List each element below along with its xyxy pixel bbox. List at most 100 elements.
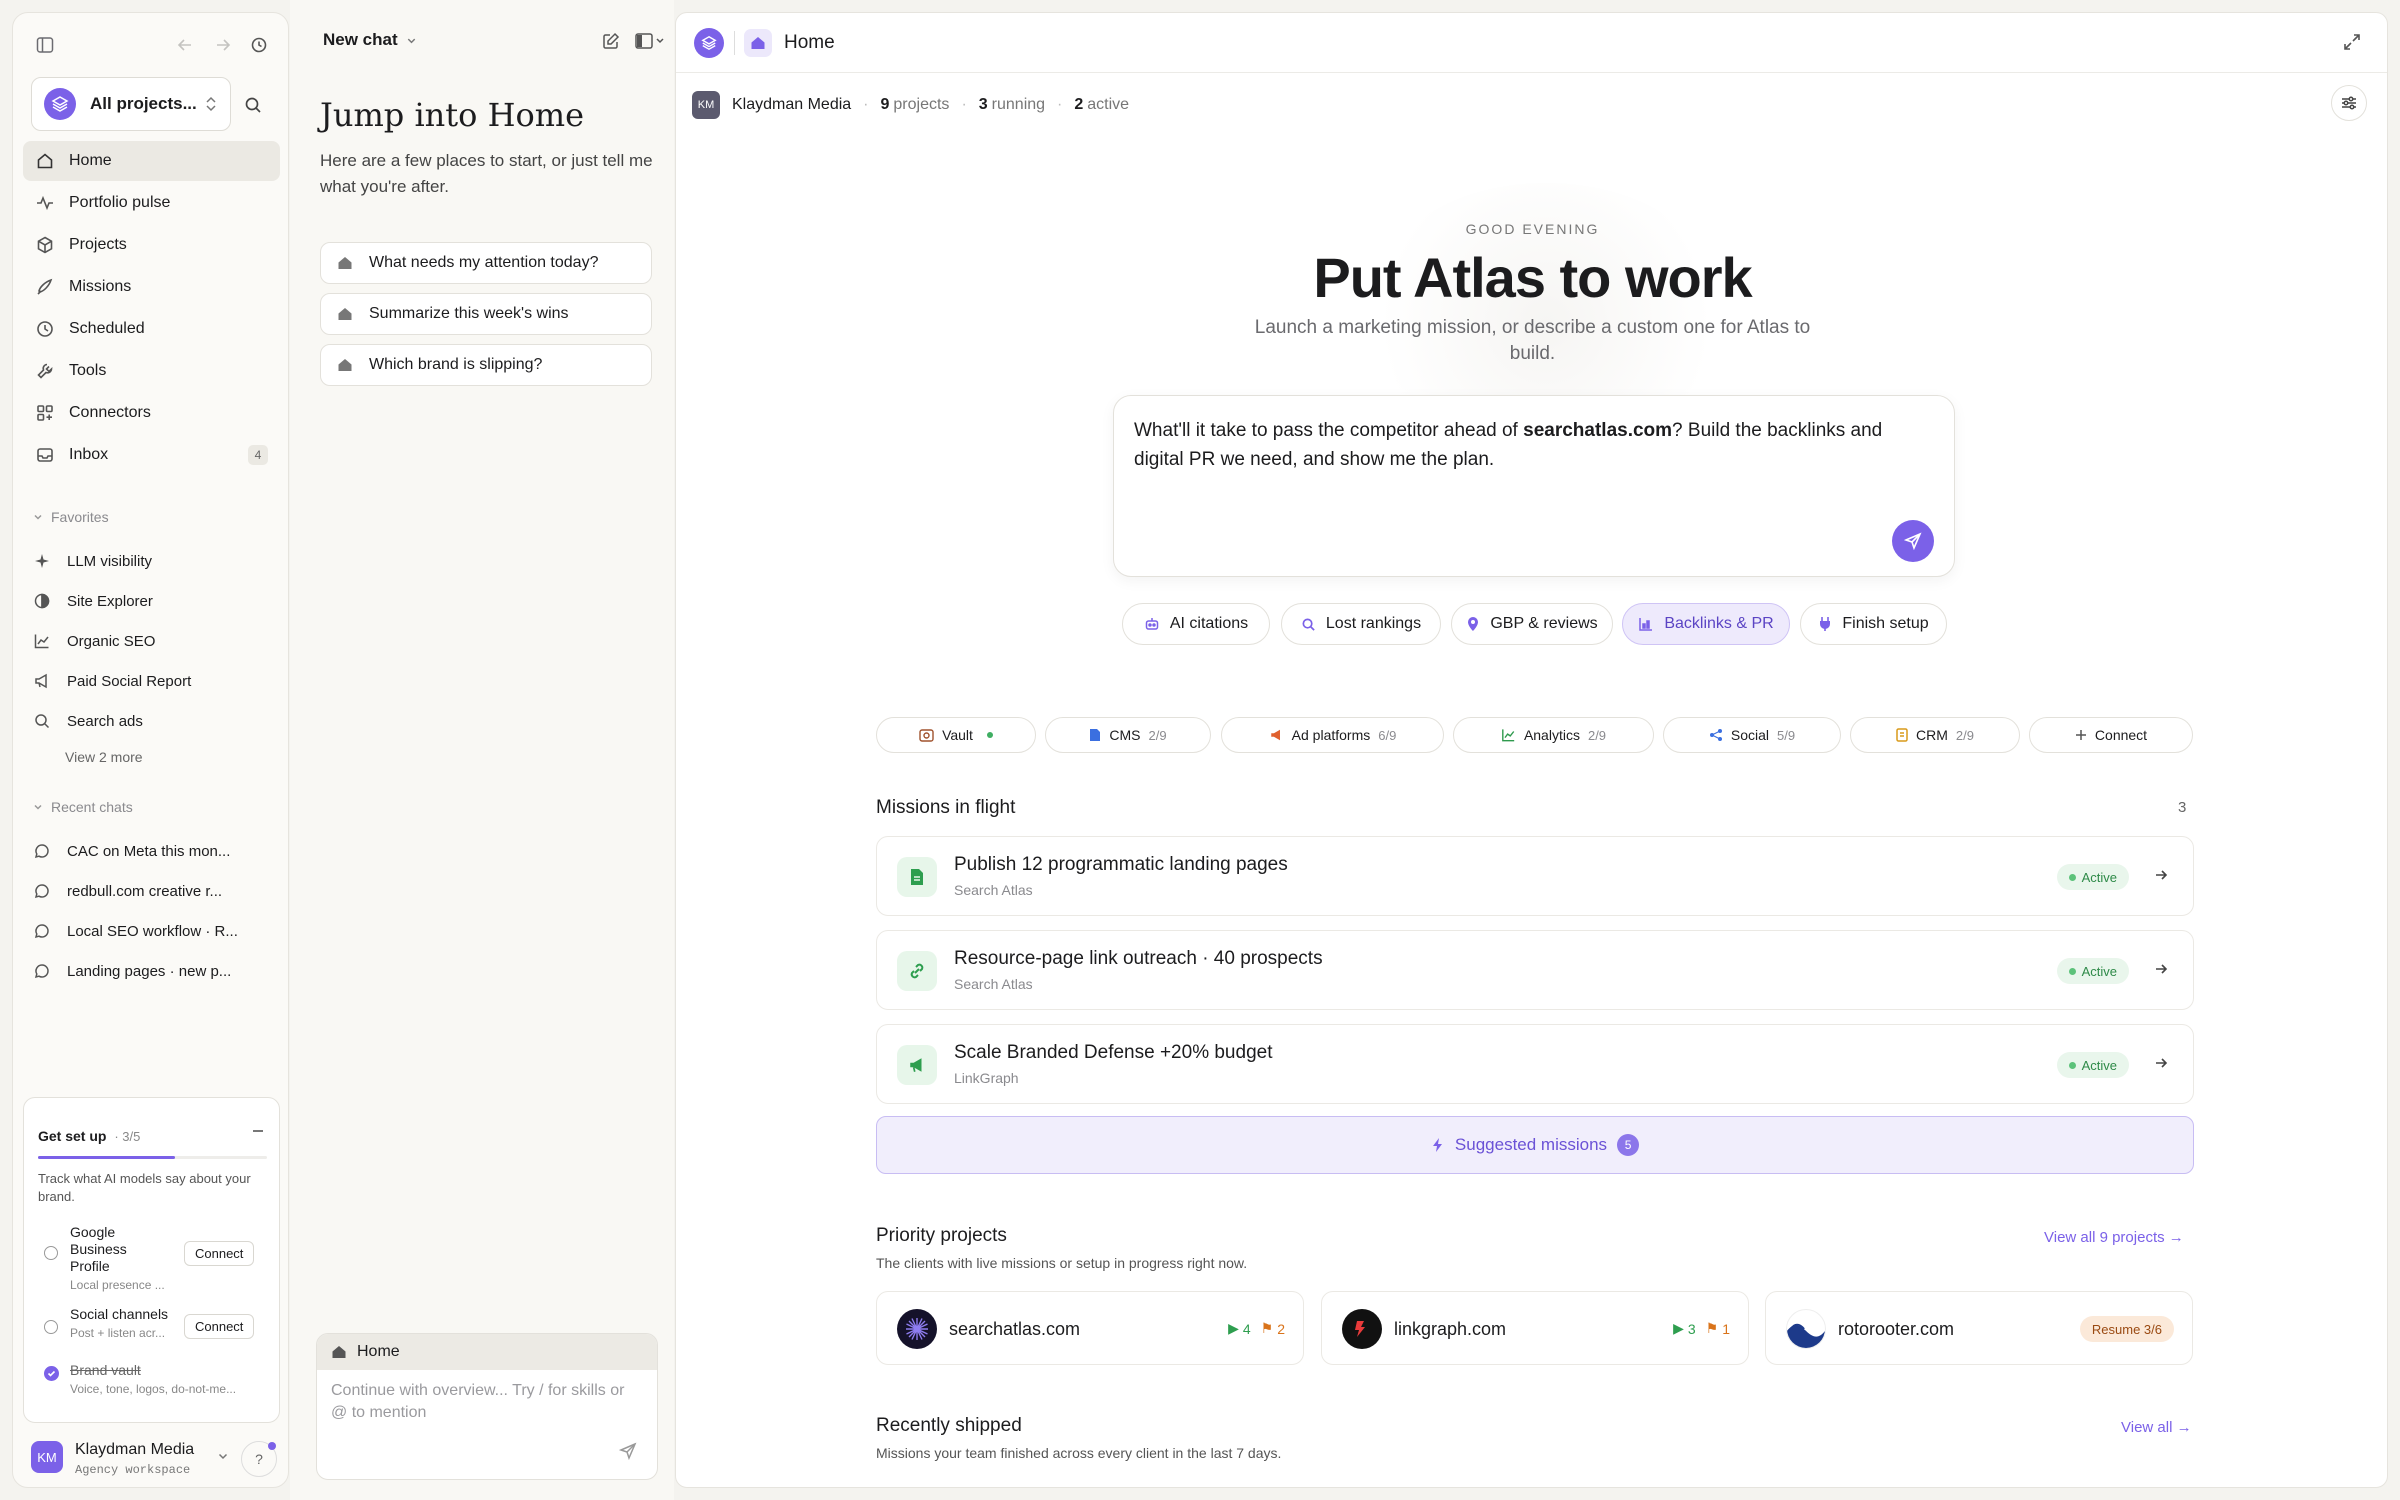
chip-ai-citations[interactable]: AI citations: [1122, 603, 1270, 645]
view-more-link[interactable]: View 2 more: [65, 749, 143, 765]
compose-icon[interactable]: [600, 30, 622, 52]
workspace-selector[interactable]: All projects...: [31, 77, 231, 131]
toggle-sidebar-icon[interactable]: [33, 33, 57, 57]
recent-chat-item[interactable]: Landing pages · new p...: [33, 953, 278, 989]
project-card-rotorooter[interactable]: rotorooter.com Resume 3/6: [1765, 1291, 2193, 1365]
chip-finish-setup[interactable]: Finish setup: [1800, 603, 1947, 645]
radio-icon[interactable]: [44, 1320, 58, 1334]
radio-icon[interactable]: [44, 1246, 58, 1260]
stack-logo-icon: [44, 88, 76, 120]
chevron-down-icon: [406, 35, 417, 46]
stack-logo-icon[interactable]: [694, 28, 724, 58]
help-button[interactable]: ?: [241, 1441, 277, 1477]
recent-chat-label: redbull.com creative r...: [67, 882, 223, 900]
setup-item-sub: Local presence ...: [70, 1278, 165, 1292]
connector-ad-platforms[interactable]: Ad platforms 6/9: [1221, 717, 1444, 753]
pulse-icon: [35, 193, 55, 213]
prompt-box[interactable]: What'll it take to pass the competitor a…: [1113, 395, 1955, 577]
setup-title: Get set up: [38, 1128, 107, 1144]
chip-label: AI citations: [1169, 615, 1249, 632]
rocket-icon: [35, 277, 55, 297]
arrow-right-icon[interactable]: [2153, 867, 2169, 888]
connect-gbp-button[interactable]: Connect: [184, 1241, 255, 1266]
favorite-label: Site Explorer: [67, 592, 153, 610]
client-name[interactable]: Klaydman Media: [732, 96, 851, 114]
suggestion-button[interactable]: Which brand is slipping?: [320, 344, 652, 386]
view-all-recent-link[interactable]: View all →: [2121, 1419, 2192, 1436]
search-icon: [33, 712, 51, 730]
sidebar-item-connectors[interactable]: Connectors: [23, 393, 280, 433]
sidebar-item-inbox[interactable]: Inbox 4: [23, 435, 280, 475]
favorite-paid-social-report[interactable]: Paid Social Report: [33, 663, 278, 699]
view-all-projects-link[interactable]: View all 9 projects →: [2044, 1229, 2184, 1246]
connector-label: Vault: [942, 727, 973, 743]
connect-social-button[interactable]: Connect: [184, 1314, 255, 1339]
connector-label: Connect: [2094, 727, 2148, 743]
sidebar-item-tools[interactable]: Tools: [23, 351, 280, 391]
expand-icon[interactable]: [2343, 33, 2361, 56]
project-card-searchatlas[interactable]: searchatlas.com ▶ 4 ⚑ 2: [876, 1291, 1304, 1365]
mission-card[interactable]: Scale Branded Defense +20% budget LinkGr…: [876, 1024, 2194, 1104]
connector-analytics[interactable]: Analytics 2/9: [1453, 717, 1654, 753]
sidebar-item-home[interactable]: Home: [23, 141, 280, 181]
play-icon: ▶: [1228, 1320, 1239, 1336]
setup-item-name: Brand vault: [70, 1362, 141, 1378]
connector-cms[interactable]: CMS 2/9: [1045, 717, 1211, 753]
recent-chat-item[interactable]: redbull.com creative r...: [33, 873, 278, 909]
forward-arrow-icon[interactable]: [211, 33, 235, 57]
chat-title-dropdown[interactable]: New chat: [323, 30, 417, 50]
suggestion-button[interactable]: Summarize this week's wins: [320, 293, 652, 335]
favorites-header[interactable]: Favorites: [33, 509, 109, 525]
panel-layout-icon[interactable]: [634, 30, 668, 52]
arrow-right-icon[interactable]: [2153, 1055, 2169, 1076]
search-icon[interactable]: [241, 93, 265, 117]
chip-backlinks-pr[interactable]: Backlinks & PR: [1622, 603, 1790, 645]
chip-gbp-reviews[interactable]: GBP & reviews: [1451, 603, 1613, 645]
recent-chat-item[interactable]: Local SEO workflow · R...: [33, 913, 278, 949]
resume-badge[interactable]: Resume 3/6: [2079, 1316, 2174, 1342]
account-row[interactable]: KM Klaydman Media Agency workspace: [31, 1435, 231, 1479]
suggestion-button[interactable]: What needs my attention today?: [320, 242, 652, 284]
project-card-linkgraph[interactable]: linkgraph.com ▶ 3 ⚑ 1: [1321, 1291, 1749, 1365]
arrow-right-icon[interactable]: [2153, 961, 2169, 982]
history-icon[interactable]: [247, 33, 271, 57]
connector-crm[interactable]: CRM 2/9: [1850, 717, 2020, 753]
chart-bar-icon: [1639, 618, 1653, 631]
check-circle-icon: [44, 1366, 59, 1381]
stat-active-label: active: [1087, 96, 1130, 113]
favorite-llm-visibility[interactable]: LLM visibility: [33, 543, 278, 579]
chat-input[interactable]: Continue with overview... Try / for skil…: [331, 1380, 641, 1424]
recent-chats-header[interactable]: Recent chats: [33, 799, 133, 815]
send-button[interactable]: [1892, 520, 1934, 562]
mission-card[interactable]: Resource-page link outreach · 40 prospec…: [876, 930, 2194, 1010]
suggested-missions-button[interactable]: Suggested missions 5: [876, 1116, 2194, 1174]
connector-label: Ad platforms: [1291, 727, 1371, 743]
sidebar-item-projects[interactable]: Projects: [23, 225, 280, 265]
project-name: searchatlas.com: [949, 1319, 1081, 1339]
sidebar-item-portfolio-pulse[interactable]: Portfolio pulse: [23, 183, 280, 223]
sidebar-item-label: Missions: [69, 278, 132, 295]
sparkle-icon: [33, 552, 51, 570]
setup-item-name: Social channels: [70, 1306, 169, 1322]
recent-chat-item[interactable]: CAC on Meta this mon...: [33, 833, 278, 869]
connector-vault[interactable]: Vault: [876, 717, 1036, 753]
collapse-icon[interactable]: [253, 1130, 263, 1132]
connect-button[interactable]: Connect: [2029, 717, 2193, 753]
back-arrow-icon[interactable]: [173, 33, 197, 57]
status-badge: Active: [2056, 958, 2129, 984]
chevron-updown-icon: [204, 94, 218, 119]
context-label: Home: [357, 1343, 400, 1360]
prompt-text[interactable]: What'll it take to pass the competitor a…: [1134, 416, 1934, 474]
favorite-organic-seo[interactable]: Organic SEO: [33, 623, 278, 659]
sidebar-item-scheduled[interactable]: Scheduled: [23, 309, 280, 349]
send-icon[interactable]: [618, 1442, 637, 1465]
favorite-site-explorer[interactable]: Site Explorer: [33, 583, 278, 619]
connector-social[interactable]: Social 5/9: [1663, 717, 1841, 753]
sidebar-item-missions[interactable]: Missions: [23, 267, 280, 307]
mission-card[interactable]: Publish 12 programmatic landing pages Se…: [876, 836, 2194, 916]
stat-divider: ·: [961, 96, 967, 113]
favorite-search-ads[interactable]: Search ads: [33, 703, 278, 739]
filter-settings-button[interactable]: [2331, 85, 2367, 121]
mission-subtitle: Search Atlas: [954, 976, 1033, 992]
chip-lost-rankings[interactable]: Lost rankings: [1281, 603, 1441, 645]
